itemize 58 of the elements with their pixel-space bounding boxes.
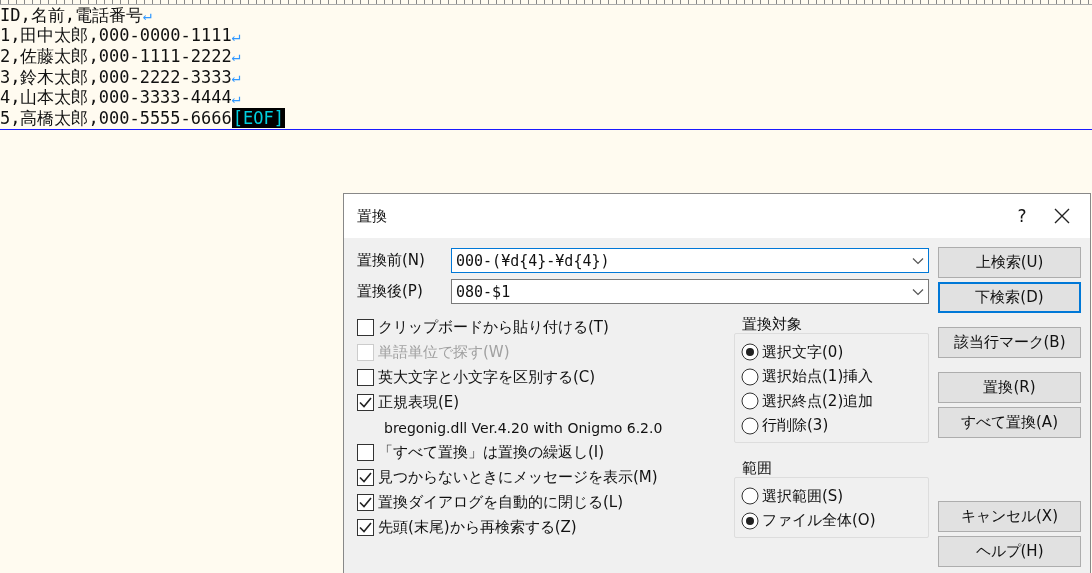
newline-mark: ↵ [231,26,241,45]
checkbox[interactable] [357,519,374,536]
checkbox-label[interactable]: 先頭(末尾)から再検索する(Z) [378,518,577,537]
text-line: ID,名前,電話番号 [0,3,143,27]
checkbox-label[interactable]: 置換ダイアログを自動的に閉じる(L) [378,493,624,512]
dialog-title: 置換 [357,206,388,226]
help-button[interactable]: ? [1000,206,1044,226]
checkbox[interactable] [357,494,374,511]
close-icon[interactable] [1052,206,1072,226]
checkbox[interactable] [357,444,374,461]
combo-field[interactable]: 000-(¥d{4}-¥d{4}) [451,248,929,273]
dialog-button[interactable]: すべて置換(A) [938,407,1081,438]
checkbox-label[interactable]: 「すべて置換」は置換の繰返し(I) [378,443,605,462]
text-line: 5,高橋太郎,000-5555-6666 [0,106,232,130]
radio-label[interactable]: 選択範囲(S) [762,486,844,506]
checkbox-label[interactable]: 見つからないときにメッセージを表示(M) [378,468,658,487]
radio-label[interactable]: 選択始点(1)挿入 [762,367,874,387]
text-line: 4,山本太郎,000-3333-4444 [0,86,232,109]
radio-button[interactable] [741,487,759,506]
text-line: 3,鈴木太郎,000-2222-3333 [0,65,232,89]
radio-label[interactable]: 行削除(3) [762,416,829,436]
radio-button[interactable] [741,343,759,362]
dropdown-caret-icon[interactable] [912,287,924,296]
version-note: bregonig.dll Ver.4.20 with Onigmo 6.2.0 [384,419,663,436]
radio-button[interactable] [741,511,759,530]
newline-mark: ↵ [142,6,152,25]
dropdown-caret-icon[interactable] [912,256,924,265]
checkbox[interactable] [357,319,374,336]
dialog-button[interactable]: 上検索(U) [938,247,1081,278]
dialog-button[interactable]: ヘルプ(H) [938,536,1081,567]
dialog-button[interactable]: 該当行マーク(B) [938,327,1081,358]
group-title: 範囲 [742,459,772,477]
checkbox[interactable] [357,369,374,386]
newline-mark: ↵ [231,47,241,66]
dialog-button[interactable]: キャンセル(X) [938,501,1081,532]
group-title: 置換対象 [742,315,802,333]
field-label: 置換前(N) [357,251,426,270]
combo-field[interactable]: 080-$1 [451,279,929,304]
radio-button[interactable] [741,416,759,435]
text-editor[interactable]: ID,名前,電話番号↵ 1,田中太郎,000-0000-1111↵ 2,佐藤太郎,000-1111-2222↵ 3,鈴木太郎,000-2222-3333↵ 4,山本太郎,000-3333-4444↵ 5,高橋太郎,000-5555-6666[EOF] [0,5,1092,130]
newline-mark: ↵ [231,68,241,87]
radio-button[interactable] [741,392,759,411]
checkbox-label[interactable]: 正規表現(E) [378,393,460,412]
checkbox[interactable] [357,469,374,486]
checkbox-label[interactable]: 英大文字と小文字を区別する(C) [378,368,596,387]
radio-label[interactable]: 選択文字(0) [762,342,844,362]
checkbox-label[interactable]: クリップボードから貼り付ける(T) [378,318,609,337]
radio-label[interactable]: ファイル全体(O) [762,511,876,531]
field-label: 置換後(P) [357,282,424,301]
checkbox[interactable] [357,394,374,411]
dialog-button[interactable]: 置換(R) [938,372,1081,403]
text-line: 1,田中太郎,000-0000-1111 [0,24,232,48]
newline-mark: ↵ [231,88,241,107]
radio-label[interactable]: 選択終点(2)追加 [762,391,874,411]
text-line: 2,佐藤太郎,000-1111-2222 [0,45,232,68]
radio-button[interactable] [741,367,759,386]
eof-marker: [EOF] [231,108,285,129]
dialog-button[interactable]: 下検索(D) [938,282,1081,313]
